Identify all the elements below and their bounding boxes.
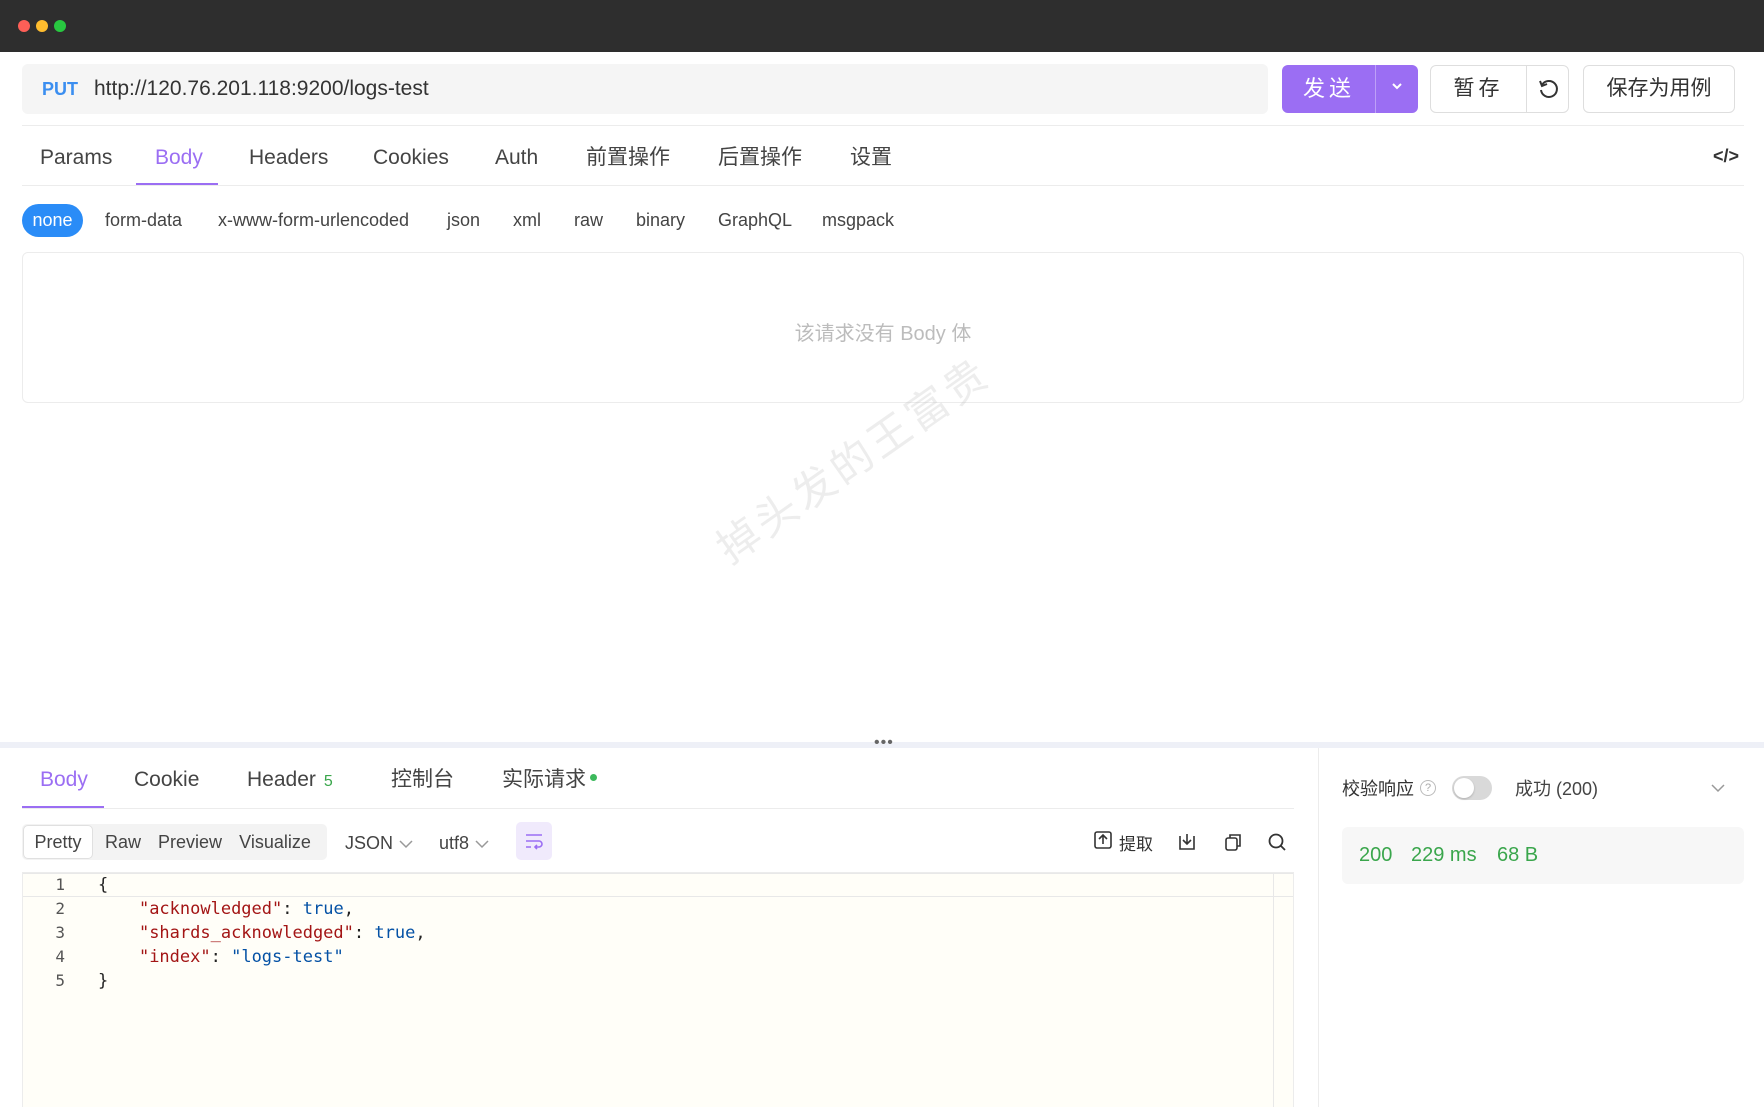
format-tabs: Pretty Raw Preview Visualize	[22, 824, 327, 860]
code-line: "shards_acknowledged": true,	[138, 923, 426, 943]
chevron-down-icon	[399, 833, 413, 855]
format-select-value: JSON	[345, 833, 394, 853]
response-tab-header[interactable]: Header 5	[247, 762, 333, 800]
minimize-window-dot[interactable]	[36, 20, 48, 32]
body-type-graphql[interactable]: GraphQL	[718, 208, 792, 232]
status-dot-icon	[590, 773, 597, 781]
save-temp-group: 暂存	[1430, 65, 1569, 113]
url-input[interactable]: http://120.76.201.118:9200/logs-test	[94, 64, 429, 114]
response-tab-cookie[interactable]: Cookie	[134, 762, 199, 798]
format-visualize[interactable]: Visualize	[229, 824, 321, 860]
send-button-group: 发送	[1282, 65, 1418, 113]
save-temp-button[interactable]: 暂存	[1431, 66, 1526, 112]
line-number: 1	[55, 875, 65, 894]
extract-button[interactable]: 提取	[1093, 830, 1153, 854]
panel-divider	[1318, 748, 1319, 1107]
response-size: 68 B	[1497, 844, 1539, 866]
format-select[interactable]: JSON	[345, 832, 413, 855]
line-gutter: 1 2 3 4 5	[23, 873, 85, 1107]
format-pretty[interactable]: Pretty	[23, 825, 93, 859]
line-number: 4	[55, 947, 65, 966]
tab-pre-actions[interactable]: 前置操作	[586, 140, 670, 176]
encoding-select[interactable]: utf8	[439, 832, 489, 855]
json-punct: ,	[343, 899, 354, 919]
tab-params[interactable]: Params	[40, 140, 112, 176]
divider	[22, 185, 1744, 186]
body-panel: 该请求没有 Body 体	[22, 252, 1744, 403]
json-value: "logs-test"	[231, 947, 344, 967]
copy-icon[interactable]	[1223, 830, 1243, 854]
chevron-down-icon[interactable]	[1710, 778, 1726, 799]
code-line: }	[98, 971, 109, 991]
method-selector[interactable]: PUT	[42, 64, 78, 114]
verify-response-label: 校验响应	[1342, 779, 1414, 799]
code-line: "acknowledged": true,	[138, 899, 354, 919]
refresh-icon[interactable]	[1527, 66, 1569, 112]
send-dropdown-chevron-icon[interactable]	[1376, 65, 1418, 113]
response-tab-header-label: Header	[247, 768, 316, 791]
extract-label: 提取	[1119, 834, 1153, 854]
divider	[22, 125, 1744, 126]
json-key: "index"	[138, 947, 211, 967]
json-key: "shards_acknowledged"	[138, 923, 354, 943]
maximize-window-dot[interactable]	[54, 20, 66, 32]
body-type-msgpack[interactable]: msgpack	[822, 208, 894, 232]
verify-toggle[interactable]	[1452, 776, 1492, 800]
response-stats: 200 229 ms 68 B	[1342, 827, 1744, 884]
response-tab-body[interactable]: Body	[40, 762, 88, 798]
splitter-handle-icon[interactable]: •••	[874, 735, 894, 751]
search-icon[interactable]	[1267, 830, 1287, 854]
tab-settings[interactable]: 设置	[850, 140, 892, 176]
tab-auth[interactable]: Auth	[495, 140, 538, 176]
send-button[interactable]: 发送	[1282, 65, 1376, 113]
format-preview[interactable]: Preview	[154, 824, 226, 860]
help-icon[interactable]: ?	[1420, 780, 1436, 796]
response-tab-actual-request[interactable]: 实际请求	[502, 762, 597, 798]
format-raw[interactable]: Raw	[96, 824, 150, 860]
tab-post-actions[interactable]: 后置操作	[718, 140, 802, 176]
app-window: PUT http://120.76.201.118:9200/logs-test…	[0, 0, 1764, 1107]
url-bar[interactable]: PUT http://120.76.201.118:9200/logs-test	[22, 64, 1268, 114]
body-type-form-data[interactable]: form-data	[105, 208, 182, 232]
line-number: 2	[55, 899, 65, 918]
code-line: "index": "logs-test"	[138, 947, 344, 967]
verify-status-select[interactable]: 成功 (200)	[1515, 777, 1598, 801]
tab-headers[interactable]: Headers	[249, 140, 328, 176]
json-value: true	[302, 899, 344, 919]
current-line-highlight	[23, 873, 1293, 897]
status-code: 200	[1359, 844, 1393, 866]
editor-scrollbar[interactable]	[1273, 873, 1293, 1107]
body-type-urlencoded[interactable]: x-www-form-urlencoded	[218, 208, 409, 232]
chevron-down-icon	[475, 833, 489, 855]
body-type-json[interactable]: json	[447, 208, 480, 232]
json-value: true	[374, 923, 416, 943]
line-number: 3	[55, 923, 65, 942]
response-editor[interactable]: 1 2 3 4 5 { "acknowledged": true, "shard…	[22, 872, 1294, 1107]
download-icon[interactable]	[1177, 830, 1197, 854]
tab-cookies[interactable]: Cookies	[373, 140, 449, 176]
json-punct: ,	[415, 923, 426, 943]
body-type-raw[interactable]: raw	[574, 208, 603, 232]
encoding-select-value: utf8	[439, 833, 470, 853]
tab-body[interactable]: Body	[155, 140, 203, 176]
response-tab-console[interactable]: 控制台	[391, 762, 454, 798]
code-icon[interactable]: </>	[1713, 146, 1739, 167]
body-type-none[interactable]: none	[22, 204, 83, 237]
line-number: 5	[55, 971, 65, 990]
response-tab-actual-request-label: 实际请求	[502, 768, 586, 791]
title-bar	[0, 0, 1764, 52]
save-as-case-button[interactable]: 保存为用例	[1583, 65, 1735, 113]
divider	[22, 808, 1294, 809]
body-empty-text: 该请求没有 Body 体	[794, 323, 972, 345]
header-count-badge: 5	[323, 773, 333, 790]
word-wrap-icon[interactable]	[516, 822, 552, 860]
body-type-xml[interactable]: xml	[513, 208, 541, 232]
json-key: "acknowledged"	[138, 899, 283, 919]
close-window-dot[interactable]	[18, 20, 30, 32]
toggle-knob	[1454, 778, 1474, 798]
response-time: 229 ms	[1411, 844, 1477, 866]
body-type-binary[interactable]: binary	[636, 208, 685, 232]
code-line: {	[98, 875, 109, 895]
extract-icon	[1093, 830, 1113, 855]
